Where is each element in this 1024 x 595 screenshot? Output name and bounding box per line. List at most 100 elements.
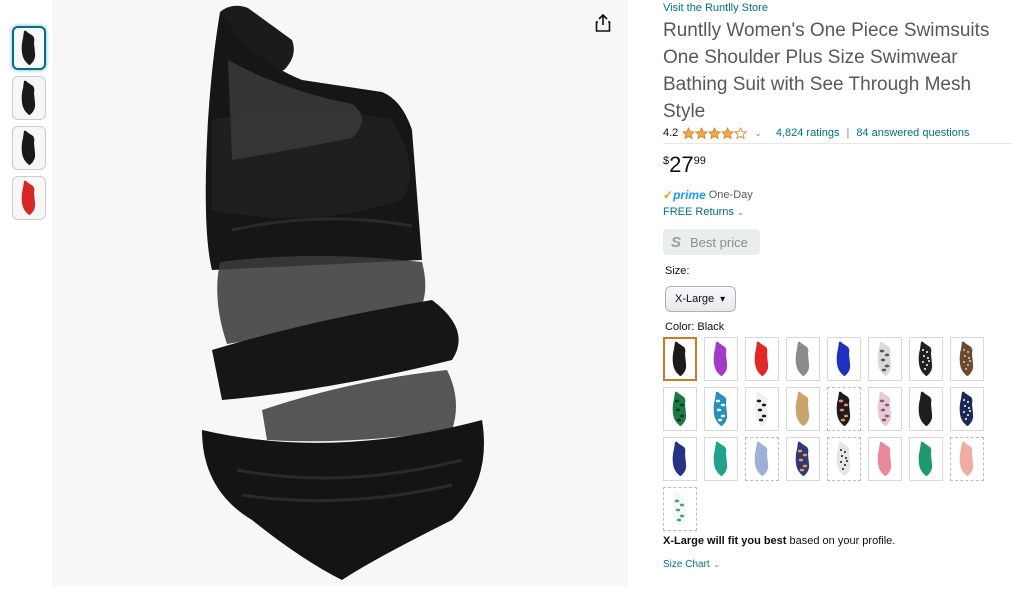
separator: | [846, 127, 850, 139]
chevron-down-icon: ⌄ [736, 207, 745, 217]
swatch-image [795, 391, 810, 426]
swatch-image [959, 441, 974, 476]
price: $ 27 99 [663, 153, 1018, 179]
swatch-image [918, 441, 933, 476]
swatch-green[interactable] [909, 437, 943, 481]
chevron-down-icon: ▾ [720, 293, 726, 305]
price-whole: 27 [669, 152, 694, 177]
color-swatches [663, 337, 1003, 531]
prime-delivery: ✓ prime One-Day [663, 188, 1018, 202]
thumbnail-2[interactable] [12, 76, 46, 120]
swatch-black-white-dots[interactable] [827, 437, 861, 481]
rating-row: 4.2 ⌄ 4,824 ratings | 84 answered questi… [663, 126, 1011, 144]
size-selected-value: X-Large [675, 293, 715, 305]
swatch-image [918, 391, 933, 426]
share-icon [595, 14, 611, 32]
swatch-green-print[interactable] [663, 387, 697, 431]
swatch-image [672, 491, 687, 526]
swatch-image [754, 341, 769, 376]
size-chart-link[interactable]: Size Chart ⌄ [663, 559, 1018, 570]
swatch-image [877, 341, 892, 376]
swimsuit-image [202, 5, 484, 580]
price-fraction: 99 [693, 155, 706, 167]
swatch-image [836, 391, 851, 426]
prime-logo: prime [673, 188, 706, 202]
swatch-black-2[interactable] [909, 387, 943, 431]
store-link[interactable]: Visit the Runtlly Store [663, 1, 1018, 15]
swatch-image [672, 441, 687, 476]
prime-check-icon: ✓ [663, 188, 674, 202]
swatch-image [754, 391, 769, 426]
free-returns-link[interactable]: FREE Returns ⌄ [663, 206, 1018, 220]
swatch-purple[interactable] [704, 337, 738, 381]
star-icon [734, 126, 748, 139]
swatch-navy-orange-print[interactable] [786, 437, 820, 481]
swimsuit-thumbnail-image [21, 130, 36, 165]
star-icon [708, 126, 722, 139]
swatch-image [877, 441, 892, 476]
swatch-peach[interactable] [950, 437, 984, 481]
swatch-black[interactable] [663, 337, 697, 381]
thumbnail-4[interactable] [12, 176, 46, 220]
swatch-white-print[interactable] [868, 337, 902, 381]
main-product-image[interactable] [52, 0, 628, 586]
swatch-image [754, 441, 769, 476]
swatch-image [672, 391, 687, 426]
swatch-red[interactable] [745, 337, 779, 381]
fit-recommendation: X-Large will fit you best based on your … [663, 535, 1018, 547]
star-rating[interactable] [682, 126, 748, 140]
thumbnail-list [12, 26, 46, 226]
best-price-label: Best price [690, 234, 748, 250]
fit-size-bold: X-Large will fit you best [663, 535, 787, 547]
share-button[interactable] [590, 10, 616, 36]
thumbnail-3[interactable] [12, 126, 46, 170]
swimsuit-thumbnail-image [21, 180, 36, 215]
star-icon [695, 126, 709, 139]
rating-value: 4.2 [663, 127, 679, 139]
size-chart-label: Size Chart [663, 559, 710, 570]
chevron-down-icon[interactable]: ⌄ [754, 128, 762, 139]
swatch-pink[interactable] [868, 437, 902, 481]
swatch-image [918, 341, 933, 376]
swatch-black-white-print[interactable] [745, 387, 779, 431]
prime-day-text: One-Day [708, 189, 753, 201]
answered-questions-link[interactable]: 84 answered questions [856, 127, 969, 139]
product-title: Runtlly Women's One Piece Swimsuits One … [663, 20, 990, 122]
swatch-image [959, 391, 974, 426]
swatch-black-dots[interactable] [909, 337, 943, 381]
swatch-leopard[interactable] [950, 337, 984, 381]
swatch-floral-black[interactable] [827, 387, 861, 431]
swatch-white-green-print[interactable] [663, 487, 697, 531]
swatch-image [713, 391, 728, 426]
swatch-image [795, 441, 810, 476]
swatch-image [836, 441, 851, 476]
fit-rest-text: based on your profile. [786, 535, 896, 547]
swatch-image [959, 341, 974, 376]
size-dropdown[interactable]: X-Large ▾ [665, 286, 736, 312]
swatch-image [713, 341, 728, 376]
product-info: Visit the Runtlly Store Runtlly Women's … [663, 0, 1018, 570]
swimsuit-thumbnail-image [21, 30, 36, 66]
color-label-text: Color: [665, 321, 695, 333]
swatch-blue[interactable] [827, 337, 861, 381]
swatch-pink-print[interactable] [868, 387, 902, 431]
swatch-light-blue[interactable] [745, 437, 779, 481]
star-icon [682, 126, 696, 139]
swatch-grey[interactable] [786, 337, 820, 381]
swatch-image [877, 391, 892, 426]
swatch-khaki[interactable] [786, 387, 820, 431]
swatch-image [672, 341, 687, 376]
best-price-s-icon: S [671, 233, 682, 251]
swatch-navy-dots[interactable] [950, 387, 984, 431]
swatch-blue-print[interactable] [704, 387, 738, 431]
swimsuit-thumbnail-image [21, 80, 36, 115]
color-label: Color: Black [665, 321, 1018, 335]
thumbnail-1[interactable] [12, 26, 46, 70]
color-selected-value: Black [697, 321, 725, 333]
best-price-badge[interactable]: S Best price [663, 229, 760, 255]
swatch-navy[interactable] [663, 437, 697, 481]
size-label: Size: [665, 265, 690, 277]
free-returns-label: FREE Returns [663, 206, 734, 218]
ratings-count-link[interactable]: 4,824 ratings [776, 127, 840, 139]
swatch-teal[interactable] [704, 437, 738, 481]
